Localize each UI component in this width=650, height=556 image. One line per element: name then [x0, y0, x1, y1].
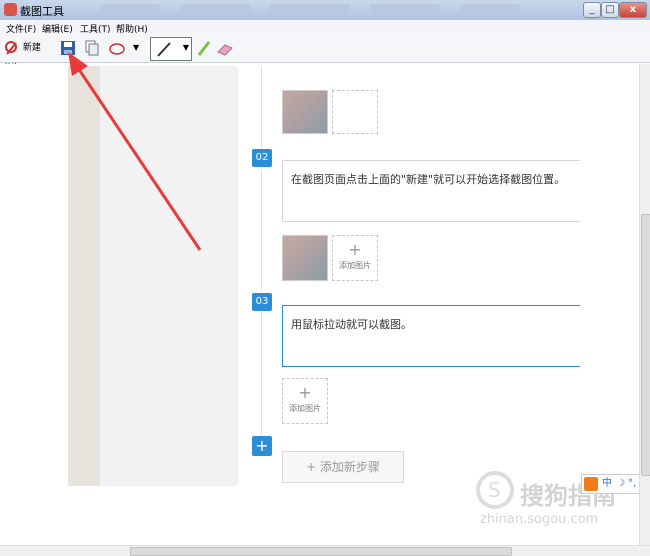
moon-icon: ☽: [616, 478, 625, 489]
ime-toolbar[interactable]: 中 ☽ °,: [581, 474, 645, 494]
save-icon: [61, 41, 75, 55]
sogou-logo-icon: S: [476, 471, 514, 509]
highlighter-button[interactable]: [196, 38, 212, 58]
pen-button[interactable]: ▼: [150, 37, 192, 61]
step-image-thumbnail[interactable]: [282, 235, 328, 281]
vertical-scrollbar[interactable]: [639, 64, 650, 546]
ime-mode: 中: [602, 478, 612, 489]
horizontal-scrollbar[interactable]: [0, 545, 650, 556]
taskbar-blur: [270, 4, 350, 14]
close-button[interactable]: x: [619, 2, 647, 18]
add-image-button[interactable]: + 添加图片: [332, 235, 378, 281]
copy-icon: [85, 40, 99, 56]
add-image-button[interactable]: + 添加图片: [282, 378, 328, 424]
add-image-label: 添加图片: [339, 261, 371, 270]
timeline-line: [261, 170, 262, 290]
toolbar: 新建(N) ▼ ▼: [0, 34, 650, 73]
editor-sidebar: [100, 66, 238, 486]
highlighter-icon: [197, 41, 211, 56]
captured-image-strip: [68, 66, 100, 486]
step-number-02: 02: [252, 149, 272, 167]
scrollbar-thumb[interactable]: [130, 547, 512, 556]
copy-button[interactable]: [84, 38, 102, 58]
new-icon: [5, 40, 17, 55]
add-image-label: 添加图片: [289, 404, 321, 413]
scrollbar-thumb[interactable]: [641, 214, 650, 476]
add-step-plus-button[interactable]: +: [252, 436, 272, 456]
step-text-03[interactable]: 用鼠标拉动就可以截图。: [282, 305, 580, 367]
watermark-url: zhinan.sogou.com: [480, 512, 599, 527]
step-image-thumbnail[interactable]: [282, 90, 328, 134]
add-image-button[interactable]: [332, 90, 378, 134]
window-title: 截图工具: [20, 5, 64, 18]
pen-icon: [157, 42, 171, 57]
eraser-icon: [217, 44, 233, 56]
eraser-shape-icon: [109, 43, 125, 55]
chevron-down-icon[interactable]: ▼: [133, 38, 143, 58]
maximize-button[interactable]: □: [601, 2, 619, 18]
save-button[interactable]: [60, 38, 78, 58]
eraser-button[interactable]: [216, 38, 234, 58]
taskbar-blur: [370, 4, 440, 14]
punctuation-icon: °,: [628, 478, 637, 489]
taskbar-blur: [460, 4, 520, 14]
step-number-03: 03: [252, 293, 272, 311]
plus-icon: +: [298, 383, 312, 402]
timeline-line: [261, 310, 262, 435]
timeline-line: [261, 66, 262, 156]
minimize-button[interactable]: _: [583, 2, 601, 18]
send-button[interactable]: [108, 38, 130, 58]
sogou-ime-icon: [584, 477, 598, 491]
new-button[interactable]: 新建(N): [4, 38, 54, 73]
step-text-02[interactable]: 在截图页面点击上面的"新建"就可以开始选择截图位置。: [282, 160, 580, 222]
app-icon: [4, 3, 17, 16]
title-bar: 截图工具 _ □ x: [0, 0, 650, 21]
plus-icon: +: [348, 240, 362, 259]
add-step-button[interactable]: + 添加新步骤: [282, 451, 404, 483]
svg-text:S: S: [488, 478, 501, 502]
chevron-down-icon: ▼: [182, 43, 189, 52]
taskbar-blur: [100, 4, 160, 14]
menu-bar: 文件(F) 编辑(E) 工具(T) 帮助(H): [0, 20, 650, 35]
taskbar-blur: [180, 4, 250, 14]
